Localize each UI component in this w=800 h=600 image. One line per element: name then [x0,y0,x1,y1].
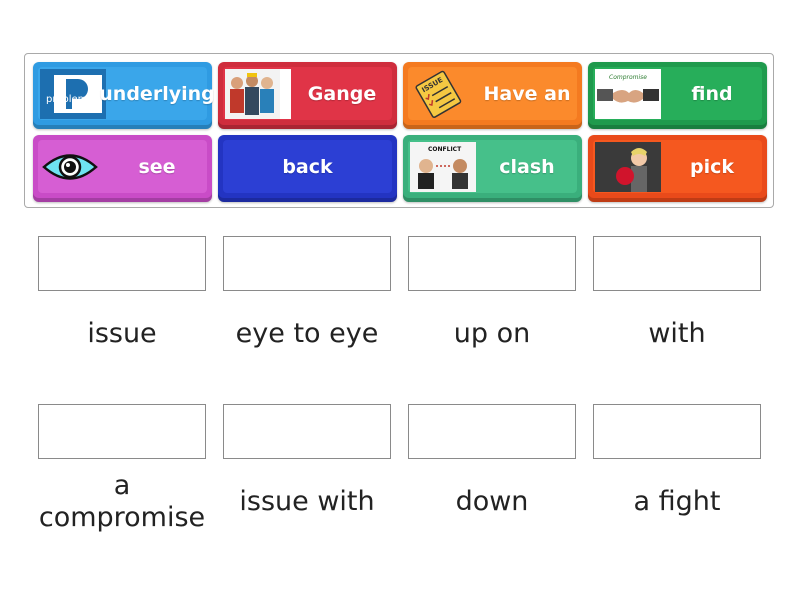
tile-label: find [691,82,733,105]
drop-box-5[interactable] [38,404,206,459]
svg-text:problem: problem [46,94,87,105]
tile-label: back [282,155,333,178]
handshake-icon: Compromise [595,69,661,119]
drop-box-7[interactable] [408,404,576,459]
target-word: issue [87,318,157,349]
drop-box-8[interactable] [593,404,761,459]
tile-pick[interactable]: pick [588,135,767,202]
tile-clash[interactable]: CONFLICT clash [403,135,582,202]
tile-underlying[interactable]: problem underlying [33,62,215,129]
target-word: up on [453,318,531,349]
drop-box-6[interactable] [223,404,391,459]
target-word: eye to eye [235,318,379,349]
tile-label: Gange [307,82,377,105]
drop-box-2[interactable] [223,236,391,291]
gang-photo-icon [225,69,291,119]
tile-label: Have an [483,82,571,105]
tile-see[interactable]: see [33,135,212,202]
target-word: a compromise [38,470,206,533]
tile-find[interactable]: Compromise find [588,62,767,129]
tile-label: pick [689,155,734,178]
svg-text:Compromise: Compromise [609,74,647,81]
drop-box-3[interactable] [408,236,576,291]
tile-label: underlying [99,82,215,105]
drop-box-4[interactable] [593,236,761,291]
target-word: issue with [239,486,375,517]
checklist-icon: ISSUE [410,69,476,119]
problem-image-icon: problem [40,69,106,119]
target-word: down [455,486,529,517]
conflict-photo-icon: CONFLICT [410,142,476,192]
target-word: with [648,318,706,349]
target-word: a fight [633,486,721,517]
tile-label: clash [499,155,555,178]
tile-gange[interactable]: Gange [218,62,397,129]
drop-box-1[interactable] [38,236,206,291]
tile-have-an[interactable]: ISSUE Have an [403,62,582,129]
tile-label: see [138,155,176,178]
svg-text:CONFLICT: CONFLICT [428,146,462,153]
boxing-photo-icon [595,142,661,192]
eye-icon [40,142,106,192]
tile-back[interactable]: back [218,135,397,202]
